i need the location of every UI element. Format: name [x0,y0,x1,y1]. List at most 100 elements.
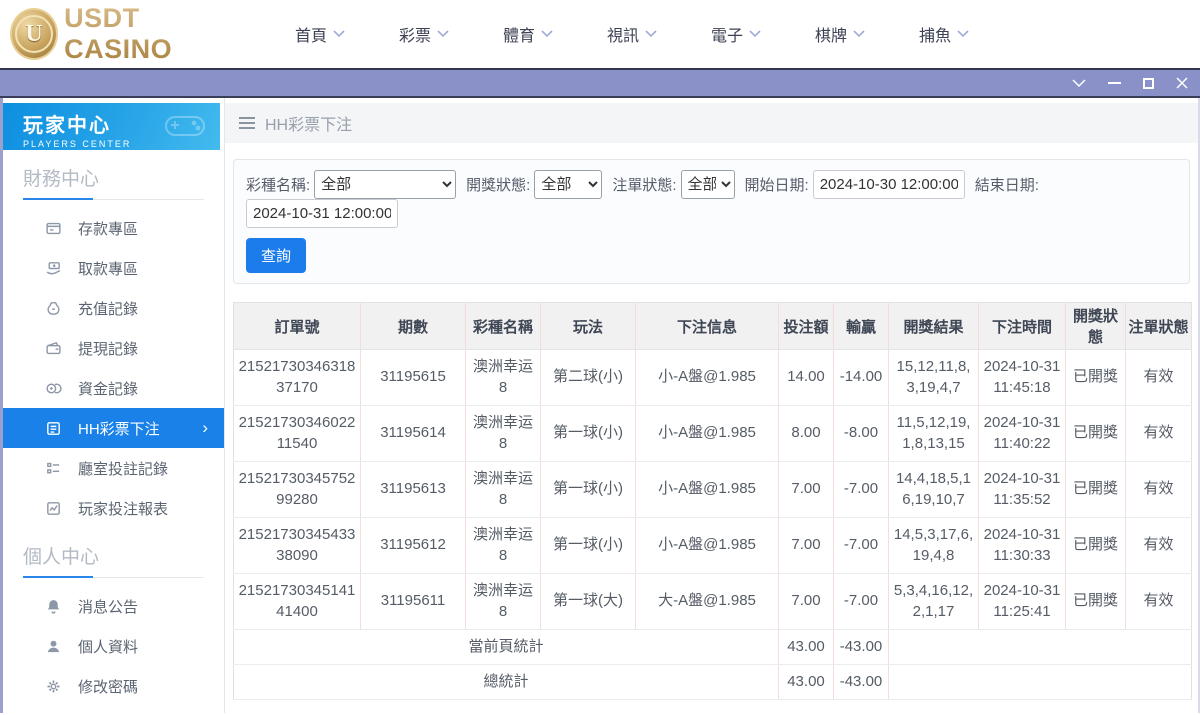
sidebar-item-label: 取款專區 [78,260,139,278]
sidebar-item-deposit[interactable]: 存款專區 [3,208,224,248]
cell-draw-status: 已開獎 [1065,573,1126,630]
cell-order-status: 有效 [1125,461,1192,518]
col-play-type: 玩法 [540,302,636,350]
cell-draw-status: 已開獎 [1065,405,1126,462]
report-chart-icon [45,500,62,517]
sidebar-item-withdraw[interactable]: 取款專區 [3,248,224,288]
cell-issue: 31195615 [360,349,466,406]
cell-draw-result: 14,5,3,17,6,19,4,8 [888,517,979,574]
sidebar-item-change-password[interactable]: 修改密碼 [3,666,224,706]
cell-play-type: 第一球(大) [540,573,636,630]
user-icon [45,638,62,655]
cell-order-status: 有效 [1125,405,1192,462]
cell-play-type: 第一球(小) [540,517,636,574]
cell-order-status: 有效 [1125,573,1192,630]
cell-bet-amount: 8.00 [778,405,834,462]
page-title: HH彩票下注 [265,117,353,134]
cell-order-no: 2152173034602211540 [233,405,361,462]
cell-lottery-name: 澳洲幸运8 [465,573,541,630]
gamepad-icon [164,111,206,146]
cell-bet-info: 大-A盤@1.985 [635,573,779,630]
page-summary-bet: 43.00 [778,629,834,665]
total-summary-empty [888,664,1192,700]
nav-item-fishing[interactable]: 捕魚 [892,22,996,46]
hamburger-menu-icon[interactable] [239,117,255,129]
sidebar-item-withdraw-records[interactable]: 提現記錄 [3,328,224,368]
end-date-input[interactable] [246,199,398,228]
cell-draw-result: 14,4,18,5,16,19,10,7 [888,461,979,518]
draw-status-select[interactable]: 全部 [534,170,603,199]
cell-draw-status: 已開獎 [1065,461,1126,518]
cell-bet-info: 小-A盤@1.985 [635,461,779,518]
site-header: U USDT CASINO 首頁 彩票 體育 視訊 電子 棋牌 捕魚 [0,0,1200,68]
window-maximize-icon[interactable] [1143,77,1154,89]
cell-lottery-name: 澳洲幸运8 [465,349,541,406]
coin-letter: U [15,15,54,53]
table-header-row: 訂單號 期數 彩種名稱 玩法 下注信息 投注額 輸贏 開獎結果 下注時間 開獎狀… [233,302,1192,350]
sidebar-item-label: 消息公告 [78,598,139,616]
nav-item-cards[interactable]: 棋牌 [788,22,892,46]
table-row: 2152173034631837170 31195615 澳洲幸运8 第二球(小… [233,349,1192,406]
nav-label: 彩票 [398,28,431,45]
sidebar-item-label: 資金記錄 [78,380,139,398]
logo[interactable]: U USDT CASINO [10,3,240,65]
col-order-status: 注單狀態 [1125,302,1192,350]
search-button[interactable]: 查詢 [246,238,307,273]
main-content: HH彩票下注 彩種名稱: 全部 開獎狀態: 全部 注單狀態: 全部 開始日期: … [225,98,1198,713]
nav-item-home[interactable]: 首頁 [268,22,372,46]
window-titlebar [0,68,1200,98]
table-row: 2152173034575299280 31195613 澳洲幸运8 第一球(小… [233,461,1192,518]
section-title-finance: 財務中心 [23,164,204,200]
window-dropdown-icon[interactable] [1072,78,1086,88]
page-summary-row: 當前頁統計 43.00 -43.00 [233,629,1192,665]
main-nav: 首頁 彩票 體育 視訊 電子 棋牌 捕魚 [268,22,996,46]
cell-winloss: -8.00 [833,405,889,462]
lottery-name-label: 彩種名稱: [246,177,311,194]
nav-item-sports[interactable]: 體育 [476,22,580,46]
col-bet-amount: 投注額 [778,302,834,350]
section-personal: 個人中心 [3,528,224,578]
cell-lottery-name: 澳洲幸运8 [465,517,541,574]
sidebar-item-profile[interactable]: 個人資料 [3,626,224,666]
sidebar-item-announcements[interactable]: 消息公告 [3,586,224,626]
money-bag-icon [45,300,62,317]
sidebar-item-label: 廳室投註記錄 [78,460,169,478]
col-winloss: 輸贏 [833,302,889,350]
cell-bet-time: 2024-10-31 11:45:18 [978,349,1066,406]
withdraw-hand-icon [45,260,62,277]
cell-bet-amount: 7.00 [778,517,834,574]
nav-item-slots[interactable]: 電子 [684,22,788,46]
window-minimize-icon[interactable] [1108,82,1121,84]
chevron-down-icon [853,30,865,38]
order-status-select[interactable]: 全部 [680,170,735,199]
col-lottery-name: 彩種名稱 [465,302,541,350]
sidebar-item-label: 充值記錄 [78,300,139,318]
sidebar-item-hh-lottery-bets[interactable]: HH彩票下注 › [3,408,224,448]
app-window: U USDT CASINO 首頁 彩票 體育 視訊 電子 棋牌 捕魚 玩家中心 … [0,0,1200,715]
nav-item-lottery[interactable]: 彩票 [372,22,476,46]
sidebar-item-label: HH彩票下注 [78,420,160,438]
cell-winloss: -7.00 [833,461,889,518]
breadcrumb: HH彩票下注 [225,103,1198,143]
cell-order-status: 有效 [1125,349,1192,406]
col-order-no: 訂單號 [233,302,361,350]
nav-item-live[interactable]: 視訊 [580,22,684,46]
start-date-input[interactable] [812,170,965,199]
window-close-icon[interactable] [1176,77,1188,89]
wallet-icon [45,340,62,357]
cell-bet-info: 小-A盤@1.985 [635,517,779,574]
sidebar-item-topup-records[interactable]: 充值記錄 [3,288,224,328]
page-summary-winloss: -43.00 [833,629,889,665]
cell-draw-result: 11,5,12,19,1,8,13,15 [888,405,979,462]
sidebar-item-room-bet-records[interactable]: 廳室投註記錄 [3,448,224,488]
nav-label: 視訊 [606,28,639,45]
cell-play-type: 第二球(小) [540,349,636,406]
lottery-name-select[interactable]: 全部 [314,170,457,199]
lottery-doc-icon [45,420,62,437]
total-summary-label: 總統計 [233,664,779,700]
page-summary-empty [888,629,1192,665]
start-date-label: 開始日期: [744,177,809,194]
sidebar-item-player-bet-report[interactable]: 玩家投注報表 [3,488,224,528]
cell-order-no: 2152173034514141400 [233,573,361,630]
sidebar-item-fund-records[interactable]: 資金記錄 [3,368,224,408]
